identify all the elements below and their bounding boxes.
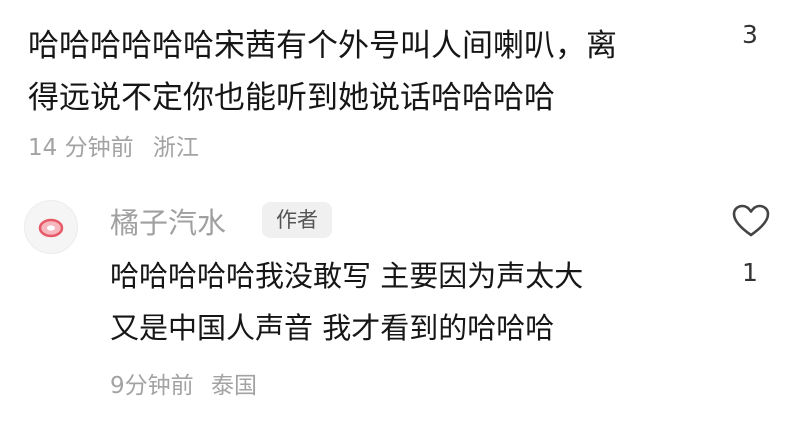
reply-text: 哈哈哈哈哈我没敢写 主要因为声太大 又是中国人声音 我才看到的哈哈哈 xyxy=(110,250,700,354)
comment-location: 浙江 xyxy=(152,135,199,161)
comment-time: 14 分钟前 xyxy=(28,135,134,161)
comment-text-line: 哈哈哈哈哈哈宋茜有个外号叫人间喇叭，离 xyxy=(28,28,617,64)
like-count: 1 xyxy=(742,258,758,287)
reply-location: 泰国 xyxy=(210,373,257,399)
like-button[interactable]: 3 xyxy=(722,0,778,90)
reply-time: 9分钟前 xyxy=(110,373,194,399)
heart-outline-icon xyxy=(734,0,768,6)
reply-text-line: 又是中国人声音 我才看到的哈哈哈 xyxy=(110,311,555,345)
comment-meta: 14 分钟前 浙江 xyxy=(28,128,199,162)
like-button[interactable]: 1 xyxy=(722,204,778,294)
reply-item: 橘子汽水 作者 哈哈哈哈哈我没敢写 主要因为声太大 又是中国人声音 我才看到的哈… xyxy=(0,190,800,423)
author-badge: 作者 xyxy=(262,202,332,238)
reply-text-line: 哈哈哈哈哈我没敢写 主要因为声太大 xyxy=(110,259,584,293)
heart-outline-icon xyxy=(732,204,770,237)
comment-text: 哈哈哈哈哈哈宋茜有个外号叫人间喇叭，离 得远说不定你也能听到她说话哈哈哈哈 xyxy=(28,20,708,124)
avatar-image xyxy=(38,218,64,238)
username[interactable]: 橘子汽水 xyxy=(110,200,226,242)
like-count: 3 xyxy=(742,20,758,49)
reply-meta: 9分钟前 泰国 xyxy=(110,366,257,400)
comment-text-line: 得远说不定你也能听到她说话哈哈哈哈 xyxy=(28,80,555,116)
avatar[interactable] xyxy=(24,200,78,254)
comment-item: 哈哈哈哈哈哈宋茜有个外号叫人间喇叭，离 得远说不定你也能听到她说话哈哈哈哈 14… xyxy=(0,0,800,180)
